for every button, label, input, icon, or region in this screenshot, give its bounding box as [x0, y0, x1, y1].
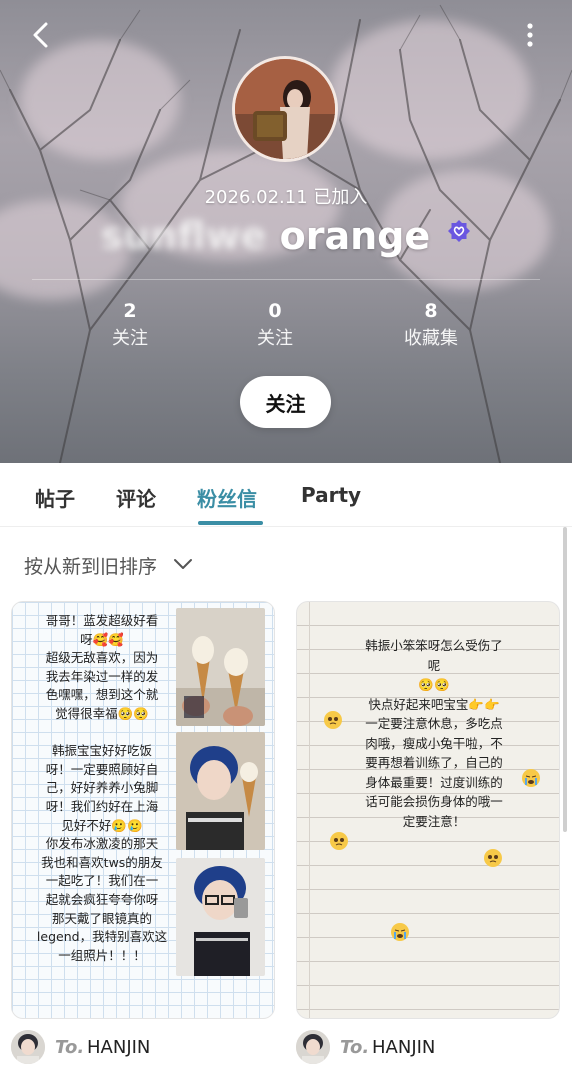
fan-letter-card[interactable]: 哥哥！蓝发超级好看 呀🥰🥰 超级无敌喜欢，因为 我去年染过一样的发 色嘿嘿，想到…: [11, 601, 275, 1019]
tab-fan-letters[interactable]: 粉丝信: [197, 483, 257, 512]
recipient-avatar: [11, 1030, 45, 1064]
sort-dropdown[interactable]: 按从新到旧排序: [24, 552, 157, 579]
recipient-prefix: To.: [340, 1037, 370, 1058]
recipient-prefix: To.: [55, 1037, 85, 1058]
stat-following[interactable]: 2 关注: [70, 300, 190, 350]
stat-count: 0: [268, 300, 282, 322]
pleading-face-icon: [324, 711, 342, 729]
verified-icon: [448, 220, 471, 242]
crying-face-icon: [391, 923, 409, 941]
tab-posts[interactable]: 帖子: [35, 483, 75, 512]
joined-date: 2026.02.11 已加入: [204, 187, 368, 208]
stat-collections[interactable]: 8 收藏集: [371, 300, 491, 350]
fan-letter-card[interactable]: 韩振小笨笨呀怎么受伤了 呢 🥺🥺 快点好起来吧宝宝👉👉 一定要注意休息，多吃点 …: [296, 601, 560, 1019]
photo-blue-hair: [176, 732, 265, 850]
letter-text: 哥哥！蓝发超级好看 呀🥰🥰 超级无敌喜欢，因为 我去年染过一样的发 色嘿嘿，想到…: [36, 613, 168, 963]
back-icon[interactable]: [24, 18, 58, 52]
stat-followers[interactable]: 0 关注: [215, 300, 335, 350]
stat-label: 关注: [112, 328, 148, 349]
stat-label: 收藏集: [404, 328, 458, 349]
recipient-avatar: [296, 1030, 330, 1064]
follow-button[interactable]: 关注: [240, 376, 331, 428]
paper-margin-line: [309, 602, 310, 1018]
letter-text: 韩振小笨笨呀怎么受伤了 呢 🥺🥺 快点好起来吧宝宝👉👉 一定要注意休息，多吃点 …: [365, 638, 503, 829]
recipient-name: HANJIN: [372, 1037, 436, 1058]
active-tab-indicator: [198, 521, 263, 525]
crying-face-icon: [522, 769, 540, 787]
stat-count: 2: [123, 300, 137, 322]
card-recipient[interactable]: To. HANJIN: [11, 1030, 271, 1066]
photo-glasses: [176, 858, 265, 976]
tab-bar: 帖子 评论 粉丝信 Party: [0, 463, 572, 527]
stat-label: 关注: [257, 328, 293, 349]
chevron-down-icon[interactable]: [172, 556, 194, 572]
tab-party[interactable]: Party: [301, 483, 361, 507]
stat-count: 8: [424, 300, 438, 322]
pleading-face-icon: [330, 832, 348, 850]
more-icon[interactable]: [512, 18, 546, 52]
recipient-name: HANJIN: [87, 1037, 151, 1058]
card-recipient[interactable]: To. HANJIN: [296, 1030, 556, 1066]
profile-header: 2026.02.11 已加入 sunflwe orange 2 关注 0 关注 …: [0, 0, 572, 463]
header-divider: [32, 279, 540, 280]
tab-comments[interactable]: 评论: [116, 483, 156, 512]
name-visible-part: orange: [266, 214, 431, 258]
photo-ice-cream: [176, 608, 265, 726]
pleading-face-icon: [484, 849, 502, 867]
avatar[interactable]: [232, 56, 338, 162]
name-hidden-part: sunflwe: [100, 214, 267, 258]
profile-name: sunflwe orange: [0, 214, 572, 258]
scrollbar[interactable]: [563, 527, 567, 832]
